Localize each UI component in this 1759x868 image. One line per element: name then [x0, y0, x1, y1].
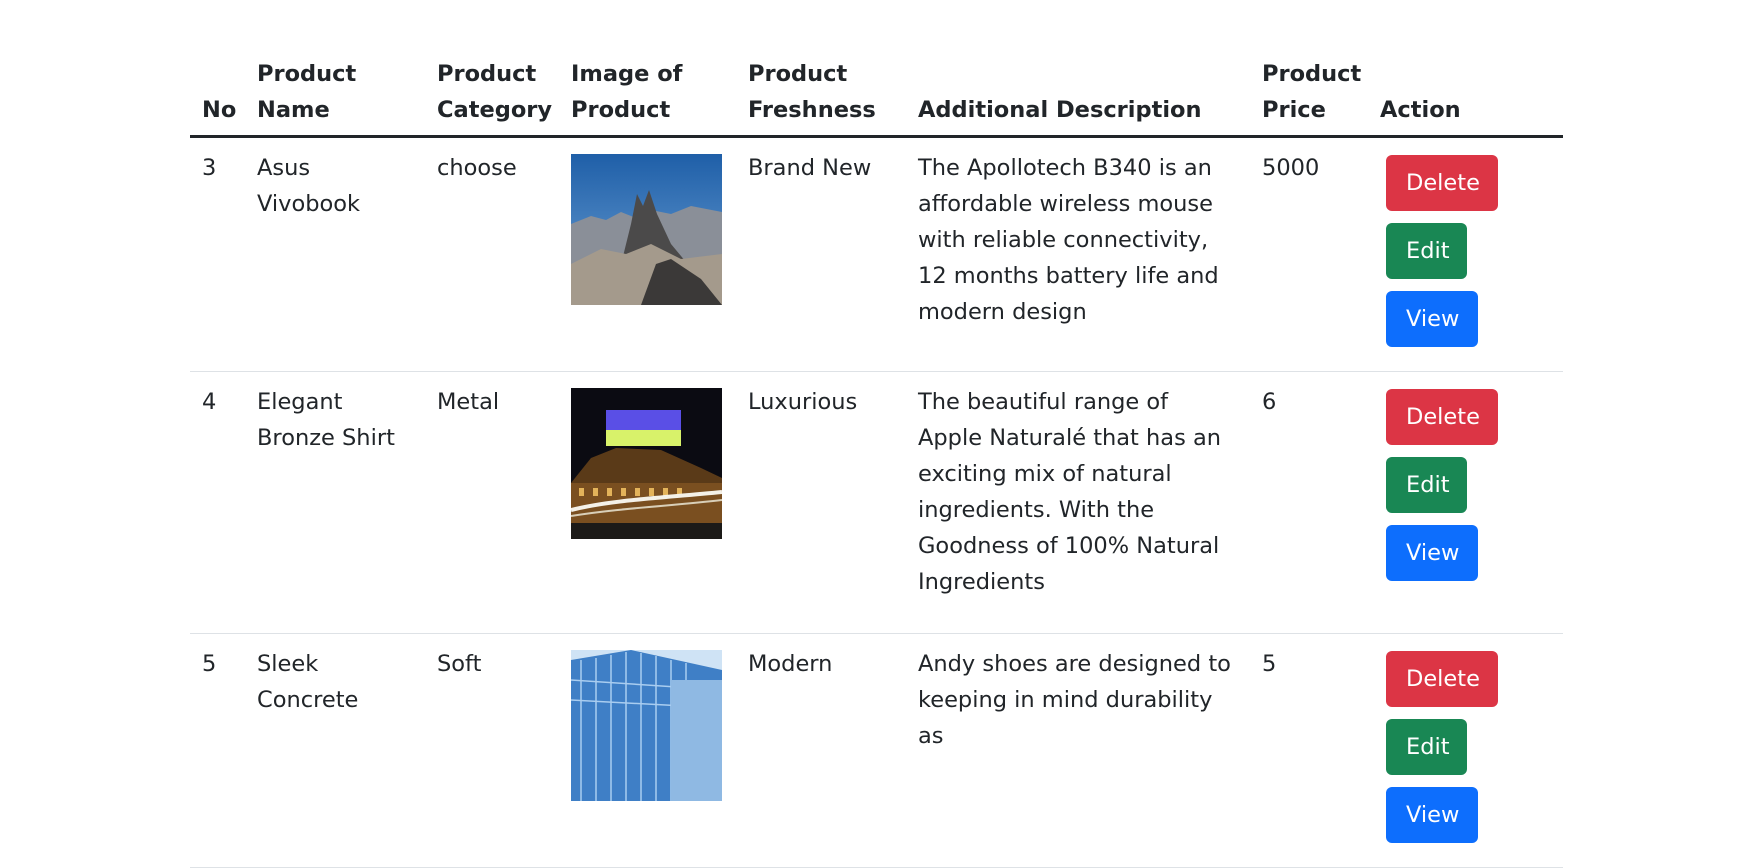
header-product-price: Product Price — [1250, 0, 1368, 138]
cell-price: 5 — [1250, 633, 1368, 868]
cell-price: 6 — [1250, 371, 1368, 634]
cell-image — [559, 136, 736, 372]
header-product-name: Product Name — [245, 0, 425, 138]
cell-product-category: Metal — [425, 371, 559, 634]
glass-building-photo-image — [571, 650, 722, 801]
cell-image — [559, 371, 736, 634]
header-product-freshness: Product Freshness — [736, 0, 906, 138]
cell-product-name: Elegant Bronze Shirt — [245, 371, 425, 634]
cell-description: The Apollotech B340 is an affordable wir… — [906, 136, 1250, 372]
cell-no: 4 — [190, 371, 245, 634]
delete-button[interactable]: Delete — [1386, 389, 1498, 445]
cell-image — [559, 633, 736, 868]
cell-product-name: Sleek Concrete — [245, 633, 425, 868]
cell-description: Andy shoes are designed to keeping in mi… — [906, 633, 1250, 868]
table-row: 5 Sleek Concrete Soft Modern Andy shoes … — [190, 633, 1563, 868]
cell-product-category: Soft — [425, 633, 559, 868]
edit-button[interactable]: Edit — [1386, 719, 1467, 775]
cell-description: The beautiful range of Apple Naturalé th… — [906, 371, 1250, 634]
header-image-of-product: Image of Product — [559, 0, 736, 138]
table-header-row: No Product Name Product Category Image o… — [190, 0, 1563, 138]
night-building-photo-image — [571, 388, 722, 539]
cell-no: 5 — [190, 633, 245, 868]
cell-product-freshness: Modern — [736, 633, 906, 868]
view-button[interactable]: View — [1386, 787, 1478, 843]
header-action: Action — [1368, 0, 1563, 138]
cell-actions: Delete Edit View — [1368, 371, 1563, 634]
header-additional-description: Additional Description — [906, 0, 1250, 138]
products-table-container: No Product Name Product Category Image o… — [190, 0, 1563, 868]
header-product-category: Product Category — [425, 0, 559, 138]
cell-product-category: choose — [425, 136, 559, 372]
delete-button[interactable]: Delete — [1386, 155, 1498, 211]
cell-actions: Delete Edit View — [1368, 136, 1563, 372]
view-button[interactable]: View — [1386, 525, 1478, 581]
header-no: No — [190, 0, 245, 138]
delete-button[interactable]: Delete — [1386, 651, 1498, 707]
cell-product-freshness: Brand New — [736, 136, 906, 372]
cell-actions: Delete Edit View — [1368, 633, 1563, 868]
table-row: 3 Asus Vivobook choose Brand New The Apo… — [190, 136, 1563, 372]
products-table: No Product Name Product Category Image o… — [190, 0, 1563, 868]
cell-product-freshness: Luxurious — [736, 371, 906, 634]
view-button[interactable]: View — [1386, 291, 1478, 347]
cell-no: 3 — [190, 136, 245, 372]
mountain-photo-image — [571, 154, 722, 305]
edit-button[interactable]: Edit — [1386, 223, 1467, 279]
edit-button[interactable]: Edit — [1386, 457, 1467, 513]
cell-product-name: Asus Vivobook — [245, 136, 425, 372]
table-row: 4 Elegant Bronze Shirt Metal Luxurious T… — [190, 371, 1563, 634]
cell-price: 5000 — [1250, 136, 1368, 372]
